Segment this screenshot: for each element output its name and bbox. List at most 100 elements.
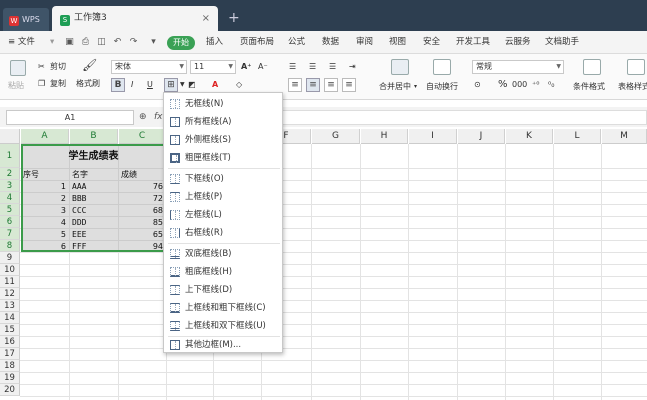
- align-top-icon[interactable]: ☰: [289, 61, 296, 73]
- menu-item-thick-box-border[interactable]: 粗匣框线(T): [164, 149, 282, 167]
- menu-cloud[interactable]: 云服务: [505, 31, 531, 54]
- font-name-select[interactable]: 宋体 ▼: [111, 60, 187, 74]
- tab-wps-home[interactable]: W WPS: [3, 8, 49, 31]
- row-header-1[interactable]: 1: [0, 144, 20, 168]
- number-format-select[interactable]: 常规 ▼: [472, 60, 564, 74]
- cut-button[interactable]: 剪切: [50, 61, 66, 73]
- cut-icon[interactable]: ✂: [38, 61, 45, 73]
- increase-decimal-icon[interactable]: ⁺⁰: [532, 79, 539, 91]
- menu-insert[interactable]: 插入: [206, 31, 223, 54]
- menu-view[interactable]: 视图: [389, 31, 406, 54]
- table-style-button[interactable]: 表格样式: [618, 81, 647, 93]
- column-header-a[interactable]: A: [21, 129, 69, 144]
- wrap-text-icon[interactable]: [433, 59, 451, 75]
- cell-name[interactable]: FFF: [70, 240, 118, 254]
- menu-item-top-thick-bottom-border[interactable]: 上框线和粗下框线(C): [164, 299, 282, 317]
- menu-item-left-border[interactable]: 左框线(L): [164, 206, 282, 224]
- align-bottom-icon[interactable]: ☰: [329, 61, 336, 73]
- row-header-17[interactable]: 17: [0, 348, 20, 360]
- menu-doc-assistant[interactable]: 文档助手: [545, 31, 579, 54]
- row-header-4[interactable]: 4: [0, 192, 20, 204]
- underline-button[interactable]: U: [147, 79, 153, 91]
- table-style-icon[interactable]: [627, 59, 645, 75]
- border-button[interactable]: ⊞: [164, 78, 178, 92]
- menu-review[interactable]: 审阅: [356, 31, 373, 54]
- menu-item-double-bottom-border[interactable]: 双底框线(B): [164, 245, 282, 263]
- justify-icon[interactable]: ≡: [342, 78, 356, 92]
- cell-no[interactable]: 6: [21, 240, 69, 254]
- align-middle-icon[interactable]: ☰: [309, 61, 316, 73]
- menu-item-right-border[interactable]: 右框线(R): [164, 224, 282, 242]
- menu-file[interactable]: ≡ 文件: [8, 31, 35, 54]
- menu-start[interactable]: 开始: [167, 36, 195, 50]
- wrap-text-button[interactable]: 自动换行: [426, 81, 458, 93]
- decrease-decimal-icon[interactable]: ⁰₀: [548, 79, 554, 91]
- row-header-6[interactable]: 6: [0, 216, 20, 228]
- paste-button-label[interactable]: 粘贴: [8, 80, 24, 92]
- align-left-icon[interactable]: ≡: [288, 78, 302, 92]
- menu-item-bottom-border[interactable]: 下框线(O): [164, 170, 282, 188]
- menu-page-layout[interactable]: 页面布局: [240, 31, 274, 54]
- menu-item-top-border[interactable]: 上框线(P): [164, 188, 282, 206]
- column-header-l[interactable]: L: [554, 129, 601, 144]
- row-header-15[interactable]: 15: [0, 324, 20, 336]
- align-center-icon[interactable]: ≡: [306, 78, 320, 92]
- row-header-10[interactable]: 10: [0, 264, 20, 276]
- select-all-corner[interactable]: [0, 129, 20, 144]
- close-tab-icon[interactable]: ×: [202, 6, 210, 31]
- row-header-9[interactable]: 9: [0, 252, 20, 264]
- table-title-cell[interactable]: 学生成绩表: [21, 146, 166, 168]
- menu-file-dropdown-icon[interactable]: ▾: [50, 31, 54, 54]
- row-header-16[interactable]: 16: [0, 336, 20, 348]
- column-header-j[interactable]: J: [458, 129, 505, 144]
- font-size-select[interactable]: 11 ▼: [190, 60, 236, 74]
- menu-security[interactable]: 安全: [423, 31, 440, 54]
- row-header-7[interactable]: 7: [0, 228, 20, 240]
- row-header-2[interactable]: 2: [0, 168, 20, 180]
- column-header-h[interactable]: H: [361, 129, 408, 144]
- row-header-20[interactable]: 20: [0, 384, 20, 396]
- row-header-3[interactable]: 3: [0, 180, 20, 192]
- bold-button[interactable]: B: [111, 78, 125, 92]
- column-header-m[interactable]: M: [602, 129, 647, 144]
- spreadsheet-grid[interactable]: A B C D E F G H I J K L M 1 2 3 4 5 6 7 …: [0, 129, 647, 400]
- menu-item-thick-bottom-border[interactable]: 粗底框线(H): [164, 263, 282, 281]
- border-dropdown-icon[interactable]: ▼: [180, 79, 185, 91]
- menu-data[interactable]: 数据: [322, 31, 339, 54]
- menu-item-all-borders[interactable]: 所有框线(A): [164, 113, 282, 131]
- menu-developer[interactable]: 开发工具: [456, 31, 490, 54]
- print-preview-icon[interactable]: ◫: [96, 37, 107, 48]
- fill-color-icon[interactable]: ◩: [188, 79, 196, 91]
- row-header-18[interactable]: 18: [0, 360, 20, 372]
- tab-workbook[interactable]: S 工作簿3 ×: [52, 6, 218, 31]
- percent-button[interactable]: %: [498, 79, 508, 91]
- new-tab-button[interactable]: +: [228, 8, 240, 28]
- undo-icon[interactable]: ↶: [112, 37, 123, 48]
- conditional-format-icon[interactable]: [583, 59, 601, 75]
- merge-center-icon[interactable]: [391, 59, 409, 75]
- thousands-separator-button[interactable]: 000: [512, 79, 527, 91]
- customize-quick-access-icon[interactable]: ▾: [148, 37, 159, 48]
- format-painter-icon[interactable]: 🖌: [82, 59, 97, 71]
- fx-icon[interactable]: fx: [154, 110, 163, 124]
- menu-item-more-borders[interactable]: 其他边框(M)...: [164, 336, 282, 354]
- increase-font-icon[interactable]: A⁺: [241, 61, 251, 73]
- decrease-font-icon[interactable]: A⁻: [258, 61, 268, 73]
- clear-format-icon[interactable]: ◇: [236, 79, 242, 91]
- column-header-b[interactable]: B: [70, 129, 118, 144]
- menu-item-no-border[interactable]: 无框线(N): [164, 95, 282, 113]
- zoom-icon[interactable]: ⊕: [139, 110, 147, 124]
- name-box[interactable]: A1: [6, 110, 134, 125]
- cell-score[interactable]: 94: [119, 240, 166, 254]
- column-header-c[interactable]: C: [119, 129, 166, 144]
- menu-item-top-bottom-border[interactable]: 上下框线(D): [164, 281, 282, 299]
- column-header-g[interactable]: G: [312, 129, 360, 144]
- italic-button[interactable]: I: [131, 79, 133, 91]
- row-header-19[interactable]: 19: [0, 372, 20, 384]
- print-icon[interactable]: ⎙: [80, 37, 91, 48]
- save-icon[interactable]: ▣: [64, 37, 75, 48]
- copy-icon[interactable]: ❐: [38, 78, 45, 90]
- row-header-5[interactable]: 5: [0, 204, 20, 216]
- menu-item-top-double-bottom-border[interactable]: 上框线和双下框线(U): [164, 317, 282, 335]
- redo-icon[interactable]: ↷: [128, 37, 139, 48]
